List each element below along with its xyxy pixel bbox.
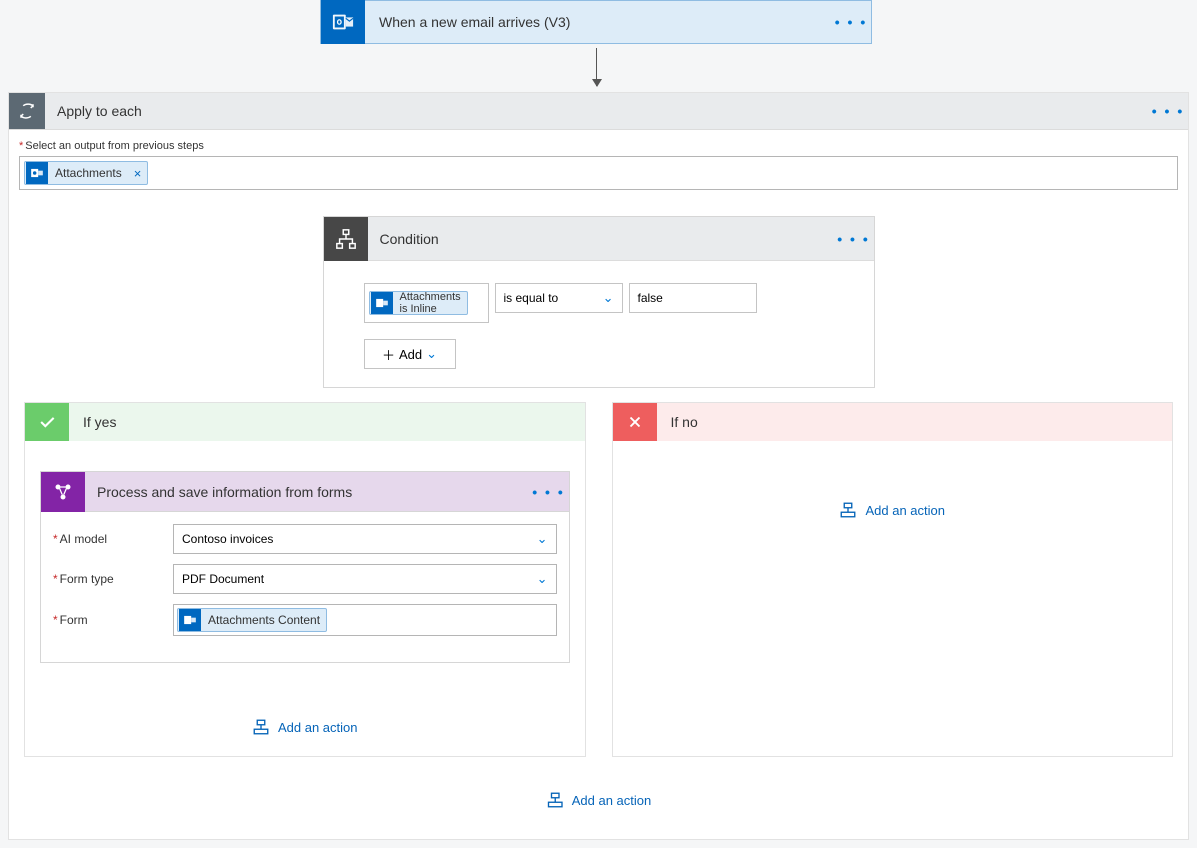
if-no-branch: If no Add an action <box>612 402 1174 757</box>
condition-icon <box>324 217 368 261</box>
flow-designer-canvas: When a new email arrives (V3) • • • Appl… <box>0 0 1197 848</box>
condition-header[interactable]: Condition • • • <box>324 217 874 261</box>
apply-to-each-menu[interactable]: • • • <box>1148 103 1188 119</box>
outlook-icon <box>179 609 201 631</box>
outlook-icon <box>26 162 48 184</box>
apply-to-each-header[interactable]: Apply to each • • • <box>9 93 1188 130</box>
add-condition-row-button[interactable]: ＋ Add ⌄ <box>364 339 456 369</box>
loop-icon <box>9 93 45 129</box>
form-label: *Form <box>53 613 173 627</box>
attachments-content-token[interactable]: Attachments Content <box>177 608 327 632</box>
form-input[interactable]: Attachments Content <box>173 604 557 636</box>
process-forms-title: Process and save information from forms <box>97 484 529 500</box>
close-icon <box>613 403 657 441</box>
trigger-card[interactable]: When a new email arrives (V3) • • • <box>320 0 872 44</box>
if-no-header[interactable]: If no <box>613 403 1173 441</box>
condition-operator-select[interactable]: is equal to ⌄ <box>495 283 623 313</box>
output-field[interactable]: Attachments × <box>19 156 1178 190</box>
add-action-icon <box>839 501 857 519</box>
chevron-down-icon: ⌄ <box>537 571 548 587</box>
add-action-icon <box>252 718 270 736</box>
ai-model-label: *AI model <box>53 532 173 546</box>
condition-value-input[interactable]: false <box>629 283 757 313</box>
connector-arrow <box>596 48 597 86</box>
attachments-token[interactable]: Attachments × <box>24 161 148 185</box>
outlook-icon <box>321 0 365 44</box>
apply-to-each-title: Apply to each <box>57 103 1148 119</box>
chevron-down-icon: ⌄ <box>426 346 437 362</box>
plus-icon: ＋ <box>382 345 395 364</box>
remove-token-icon[interactable]: × <box>128 166 148 181</box>
add-action-yes[interactable]: Add an action <box>252 718 358 736</box>
condition-card: Condition • • • Attachmentsis Inline <box>323 216 875 388</box>
add-action-icon <box>546 791 564 809</box>
process-forms-card: Process and save information from forms … <box>40 471 570 663</box>
outlook-icon <box>371 292 393 314</box>
apply-to-each-container: Apply to each • • • *Select an output fr… <box>8 92 1189 840</box>
process-forms-header[interactable]: Process and save information from forms … <box>41 472 569 512</box>
condition-menu[interactable]: • • • <box>834 231 874 247</box>
chevron-down-icon: ⌄ <box>537 531 548 547</box>
attachments-isinline-token[interactable]: Attachmentsis Inline <box>369 291 468 315</box>
add-action-root[interactable]: Add an action <box>546 791 652 809</box>
trigger-menu[interactable]: • • • <box>831 14 871 30</box>
trigger-title: When a new email arrives (V3) <box>379 14 831 30</box>
form-type-select[interactable]: PDF Document ⌄ <box>173 564 557 594</box>
process-forms-menu[interactable]: • • • <box>529 484 569 500</box>
condition-left-operand[interactable]: Attachmentsis Inline <box>364 283 489 323</box>
if-yes-header[interactable]: If yes <box>25 403 585 441</box>
ai-builder-icon <box>41 472 85 512</box>
ai-model-select[interactable]: Contoso invoices ⌄ <box>173 524 557 554</box>
condition-title: Condition <box>380 231 834 247</box>
if-yes-branch: If yes Process and save information from… <box>24 402 586 757</box>
select-output-label: *Select an output from previous steps <box>19 140 1178 152</box>
add-action-no[interactable]: Add an action <box>839 501 945 519</box>
check-icon <box>25 403 69 441</box>
chevron-down-icon: ⌄ <box>603 290 614 306</box>
form-type-label: *Form type <box>53 572 173 586</box>
